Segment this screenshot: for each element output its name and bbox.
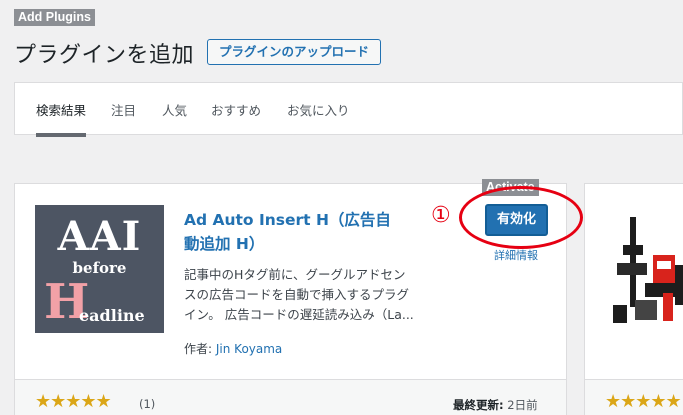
upload-plugin-button[interactable]: プラグインのアップロード xyxy=(207,39,381,65)
plugin-card-2: ★★★★★ xyxy=(584,183,683,415)
plugin-description: 記事中のHタグ前に、グーグルアドセン スの広告コードを自動で挿入するプラグ イン… xyxy=(184,265,424,325)
description-line: 記事中のHタグ前に、グーグルアドセン xyxy=(184,267,406,282)
description-line: スの広告コードを自動で挿入するプラグ xyxy=(184,287,410,302)
description-line: イン。 広告コードの遅延読み込み（La... xyxy=(184,307,414,322)
thumbnail-text-rest: eadline xyxy=(79,306,145,325)
filter-bar: 検索結果 注目 人気 おすすめ お気に入り xyxy=(14,82,683,137)
tab-recommended[interactable]: おすすめ xyxy=(211,100,261,119)
plugin-card-footer: ★★★★★ (1) 最終更新: 2日前 xyxy=(15,379,566,415)
plugin-thumbnail[interactable]: AAI before H eadline xyxy=(35,205,164,333)
add-plugins-label: Add Plugins xyxy=(14,9,95,26)
plugin-title-line: Ad Auto Insert H（広告自 xyxy=(184,211,391,229)
plugin-title-line: 動追加 H） xyxy=(184,235,265,253)
tab-favorites[interactable]: お気に入り xyxy=(287,100,350,119)
plugin-author: 作者: Jin Koyama xyxy=(184,340,282,357)
tab-featured[interactable]: 注目 xyxy=(111,100,136,119)
tab-search-results[interactable]: 検索結果 xyxy=(36,100,87,137)
thumbnail-text-aai: AAI xyxy=(57,213,142,260)
annotation-number: ① xyxy=(431,203,451,228)
author-link[interactable]: Jin Koyama xyxy=(216,342,282,356)
last-updated-label: 最終更新: xyxy=(453,398,504,412)
annotation-circle xyxy=(459,186,583,249)
last-updated: 最終更新: 2日前 xyxy=(453,397,538,413)
plugin-card-2-footer: ★★★★★ xyxy=(585,379,683,415)
star-rating: ★★★★★ xyxy=(35,391,112,412)
robot-thumbnail-icon xyxy=(605,205,683,333)
page-title: プラグインを追加 xyxy=(14,43,195,68)
plugin-title-link[interactable]: Ad Auto Insert H（広告自 動追加 H） xyxy=(184,208,404,256)
more-details-link[interactable]: 詳細情報 xyxy=(494,247,538,263)
tab-popular[interactable]: 人気 xyxy=(162,100,187,119)
star-rating-2: ★★★★★ xyxy=(605,391,682,412)
last-updated-value: 2日前 xyxy=(507,398,538,412)
rating-count[interactable]: (1) xyxy=(139,397,155,411)
plugin-thumbnail-2[interactable] xyxy=(605,205,683,333)
author-label: 作者: xyxy=(184,342,213,356)
